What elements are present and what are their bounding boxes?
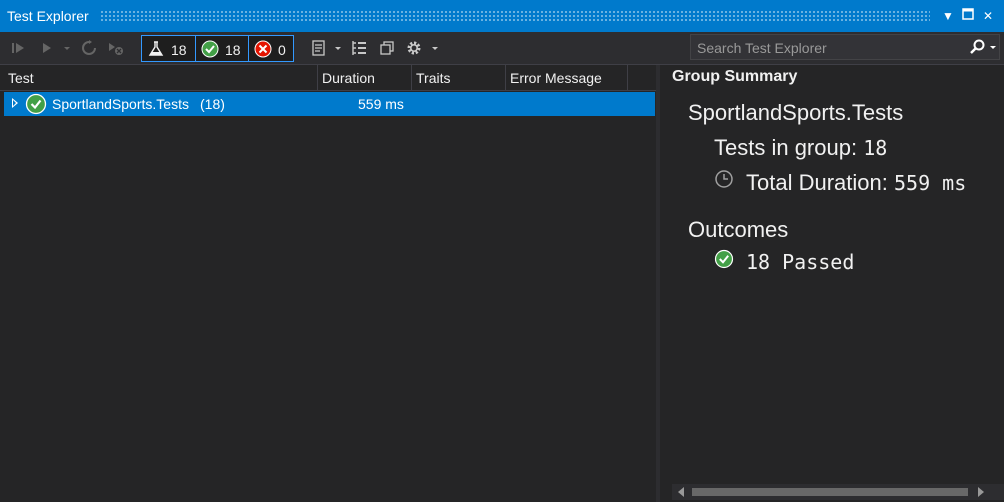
passed-count: 18 [225, 42, 241, 58]
group-by-icon[interactable] [350, 39, 368, 57]
expand-arrow-icon[interactable] [12, 98, 18, 108]
window-title: Test Explorer [7, 8, 89, 24]
column-header-row: Test Duration Traits Error Message [0, 65, 656, 91]
test-group-row[interactable]: SportlandSports.Tests (18) 559 ms [4, 92, 655, 116]
refresh-icon[interactable] [80, 39, 98, 57]
column-header-traits[interactable]: Traits [412, 65, 506, 91]
test-group-duration: 559 ms [358, 96, 404, 112]
copy-icon[interactable] [378, 39, 396, 57]
horizontal-scrollbar[interactable] [672, 484, 1004, 500]
total-duration: Total Duration: 559 ms [746, 170, 966, 196]
passed-outcome-link[interactable]: 18 Passed [746, 250, 854, 274]
column-header-duration[interactable]: Duration [318, 65, 412, 91]
flask-icon [147, 40, 165, 58]
passed-outcome-icon [714, 249, 734, 269]
passed-icon [25, 93, 47, 115]
maximize-icon[interactable] [960, 8, 976, 24]
scrollbar-thumb[interactable] [692, 488, 968, 496]
test-group-name: SportlandSports.Tests [52, 96, 189, 112]
test-list-pane: Test Duration Traits Error Message Sport… [0, 65, 656, 502]
group-summary-heading: Group Summary [672, 68, 798, 85]
total-duration-value: 559 ms [893, 171, 967, 195]
window-title-bar: Test Explorer ▼ ✕ [0, 0, 1004, 32]
settings-gear-icon[interactable] [405, 39, 423, 57]
playlist-icon[interactable] [310, 39, 328, 57]
outcomes-heading: Outcomes [688, 217, 789, 242]
scroll-left-icon[interactable] [678, 487, 684, 497]
tests-in-group: Tests in group: 18 [714, 135, 887, 161]
title-bar-grip[interactable] [100, 10, 930, 22]
tests-in-group-value: 18 [863, 136, 888, 160]
group-summary-pane: Group Summary SportlandSports.Tests Test… [660, 65, 1004, 502]
passed-tests-filter[interactable]: 18 [195, 35, 249, 62]
playlist-dropdown-icon[interactable] [333, 39, 343, 57]
failed-count: 0 [278, 42, 286, 58]
run-icon[interactable] [38, 39, 56, 57]
total-tests-filter[interactable]: 18 [141, 35, 196, 62]
summary-group-name: SportlandSports.Tests [688, 100, 904, 125]
settings-dropdown-icon[interactable] [430, 39, 440, 57]
dropdown-icon[interactable]: ▼ [940, 8, 956, 24]
run-dropdown-icon[interactable] [62, 39, 72, 57]
search-placeholder: Search Test Explorer [697, 40, 827, 56]
failed-tests-filter[interactable]: 0 [248, 35, 294, 62]
total-count: 18 [171, 42, 187, 58]
failed-icon [254, 40, 272, 58]
run-all-icon[interactable] [10, 39, 28, 57]
column-header-error-message[interactable]: Error Message [506, 65, 628, 91]
search-options-dropdown-icon[interactable] [989, 38, 999, 61]
search-icon[interactable] [969, 38, 987, 61]
passed-icon [201, 40, 219, 58]
cancel-run-icon[interactable] [106, 39, 124, 57]
total-duration-label: Total Duration: [746, 170, 888, 195]
search-input[interactable]: Search Test Explorer [690, 34, 1000, 60]
close-icon[interactable]: ✕ [980, 8, 996, 24]
tests-in-group-label: Tests in group: [714, 135, 858, 160]
scroll-right-icon[interactable] [978, 487, 984, 497]
clock-icon [714, 169, 734, 189]
column-header-test[interactable]: Test [4, 65, 318, 91]
test-group-count: (18) [200, 96, 225, 112]
